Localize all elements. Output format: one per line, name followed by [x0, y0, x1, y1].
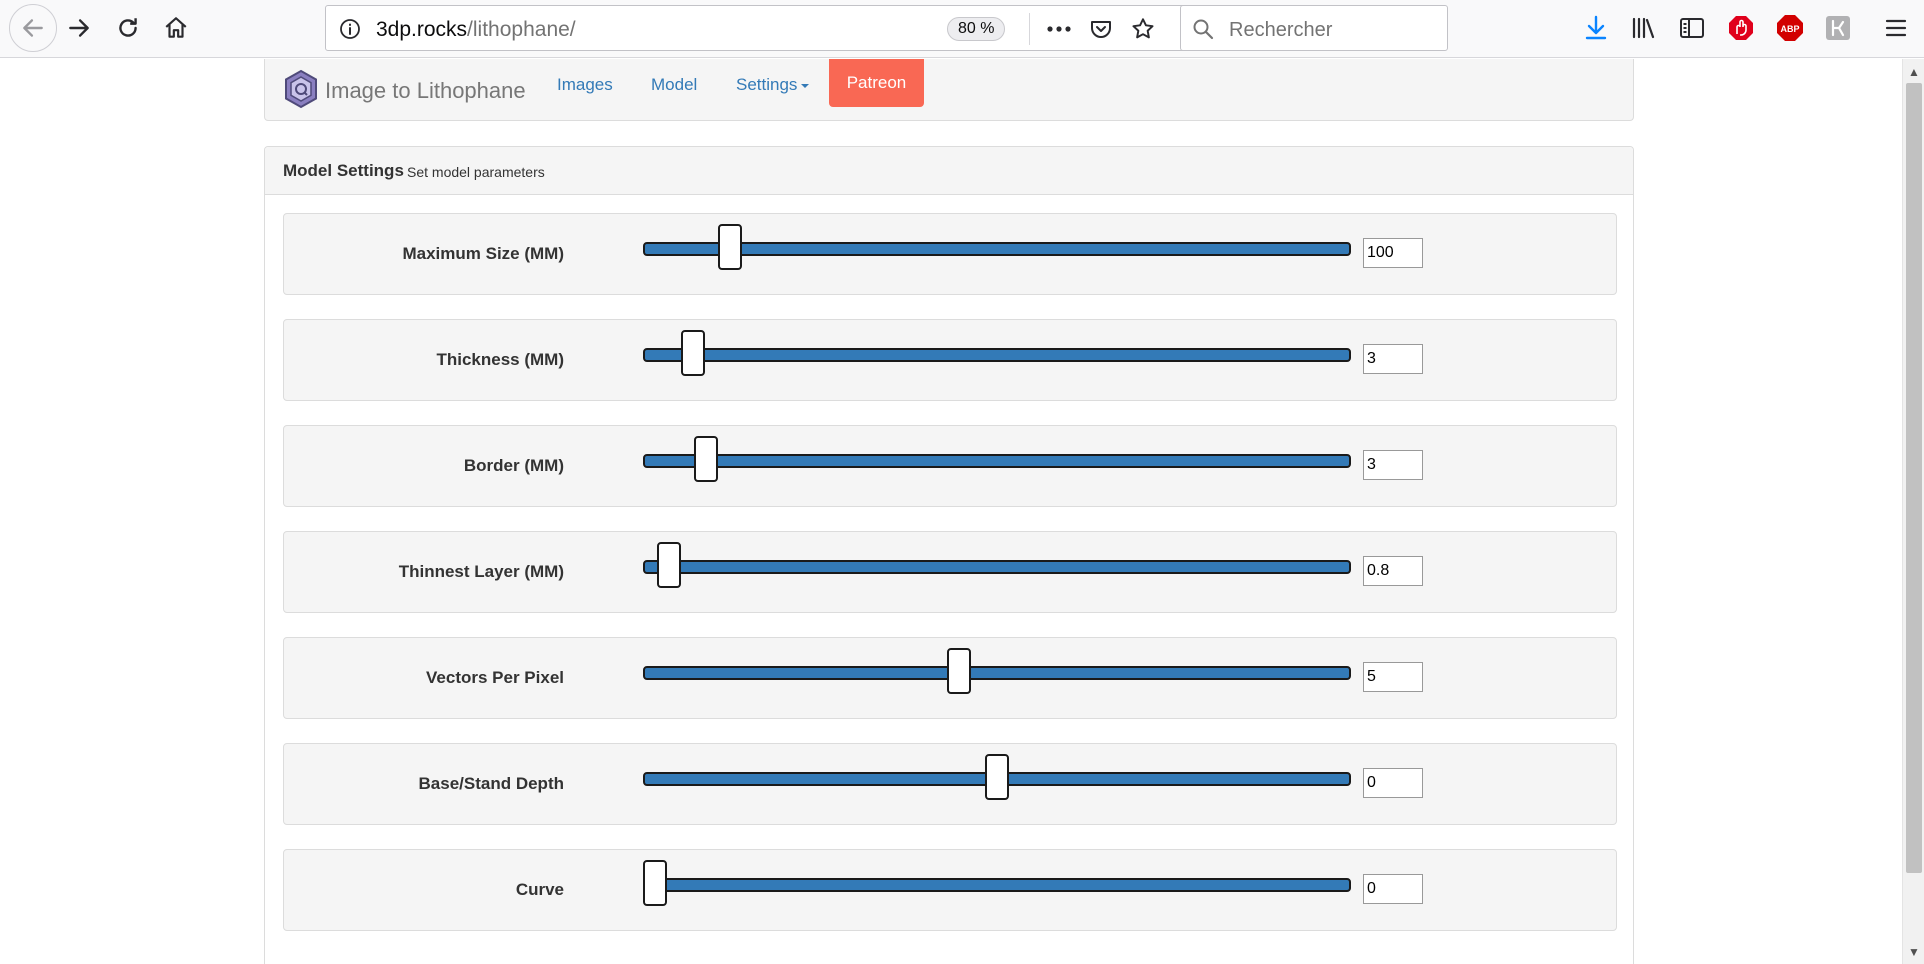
patreon-button[interactable]: Patreon: [829, 59, 924, 107]
home-icon: [165, 17, 187, 38]
hamburger-menu-icon[interactable]: [1882, 14, 1910, 42]
home-button[interactable]: [155, 7, 197, 49]
panel-subtitle: Set model parameters: [407, 164, 545, 180]
value-input[interactable]: [1363, 450, 1423, 480]
url-bar[interactable]: 3dp.rocks/lithophane/ 80 %: [325, 5, 1191, 51]
setting-row-base-stand-depth: Base/Stand Depth: [283, 743, 1617, 825]
slider-track[interactable]: [643, 242, 1351, 256]
adblock-plus-icon[interactable]: ABP: [1776, 14, 1804, 42]
setting-row-maximum-size: Maximum Size (MM): [283, 213, 1617, 295]
search-placeholder: Rechercher: [1229, 19, 1333, 41]
arrow-left-icon: [23, 19, 43, 37]
reload-icon: [119, 18, 137, 37]
back-button[interactable]: [9, 4, 57, 52]
page-actions-icon[interactable]: [1046, 17, 1072, 41]
svg-text:ABP: ABP: [1780, 24, 1799, 34]
slider-handle[interactable]: [694, 436, 719, 482]
slider-track[interactable]: [643, 454, 1351, 468]
forward-button[interactable]: [58, 7, 100, 49]
setting-label: Curve: [515, 880, 564, 899]
reload-button[interactable]: [107, 7, 149, 49]
setting-label: Vectors Per Pixel: [426, 668, 564, 687]
slider-handle[interactable]: [718, 224, 743, 270]
slider-handle[interactable]: [680, 330, 705, 376]
slider-handle[interactable]: [643, 860, 667, 906]
search-icon: [1191, 17, 1215, 46]
download-icon[interactable]: [1582, 14, 1610, 42]
brand-logo-icon[interactable]: [283, 69, 319, 109]
nav-dropdown-settings[interactable]: Settings: [736, 75, 810, 95]
library-icon[interactable]: [1630, 14, 1658, 42]
slider-track[interactable]: [643, 666, 1351, 680]
pocket-icon[interactable]: [1088, 17, 1114, 41]
setting-row-border: Border (MM): [283, 425, 1617, 507]
url-host: 3dp.rocks: [376, 18, 468, 41]
value-input[interactable]: [1363, 344, 1423, 374]
setting-label: Thickness (MM): [436, 350, 564, 369]
brand-title[interactable]: Image to Lithophane: [325, 78, 526, 104]
setting-row-curve: Curve: [283, 849, 1617, 931]
zoom-indicator[interactable]: 80 %: [947, 17, 1006, 41]
chevron-down-icon[interactable]: ▼: [1903, 941, 1924, 963]
nav-settings-label: Settings: [736, 75, 798, 94]
setting-row-vectors-per-pixel: Vectors Per Pixel: [283, 637, 1617, 719]
sidebar-icon[interactable]: [1678, 14, 1706, 42]
value-input[interactable]: [1363, 556, 1423, 586]
model-settings-panel: Model Settings Set model parameters Maxi…: [264, 146, 1634, 964]
value-input[interactable]: [1363, 238, 1423, 268]
nav-link-model[interactable]: Model: [651, 75, 697, 95]
chevron-up-icon[interactable]: ▲: [1903, 61, 1924, 83]
slider-handle[interactable]: [947, 648, 972, 694]
url-separator: [1029, 13, 1030, 45]
setting-row-thickness: Thickness (MM): [283, 319, 1617, 401]
caret-down-icon: [801, 83, 810, 88]
slider-track[interactable]: [643, 560, 1351, 574]
extension-icon[interactable]: [1824, 14, 1852, 42]
opera-stop-icon[interactable]: [1727, 14, 1755, 42]
panel-heading: Model Settings Set model parameters: [265, 147, 1633, 195]
nav-link-images[interactable]: Images: [557, 75, 613, 95]
value-input[interactable]: [1363, 874, 1423, 904]
value-input[interactable]: [1363, 662, 1423, 692]
slider-track[interactable]: [643, 878, 1351, 892]
url-text[interactable]: 3dp.rocks/lithophane/: [376, 18, 576, 42]
arrow-right-icon: [69, 19, 89, 37]
page-viewport: Image to Lithophane Images Model Setting…: [0, 59, 1902, 964]
site-info-icon[interactable]: [338, 17, 362, 46]
bookmark-star-icon[interactable]: [1130, 17, 1156, 41]
setting-label: Base/Stand Depth: [418, 774, 564, 793]
setting-label: Thinnest Layer (MM): [398, 562, 564, 581]
site-navbar: Image to Lithophane Images Model Setting…: [264, 59, 1634, 121]
page-scrollbar[interactable]: ▲ ▼: [1902, 59, 1924, 964]
setting-row-thinnest-layer: Thinnest Layer (MM): [283, 531, 1617, 613]
slider-track[interactable]: [643, 348, 1351, 362]
slider-handle[interactable]: [656, 542, 681, 588]
value-input[interactable]: [1363, 768, 1423, 798]
search-bar[interactable]: Rechercher: [1180, 5, 1448, 51]
url-path: /lithophane/: [467, 18, 576, 41]
setting-label: Maximum Size (MM): [402, 244, 564, 263]
setting-label: Border (MM): [463, 456, 564, 475]
scrollbar-thumb[interactable]: [1906, 83, 1922, 873]
panel-title: Model Settings: [283, 161, 404, 180]
browser-toolbar: 3dp.rocks/lithophane/ 80 % Rechercher AB…: [0, 0, 1924, 58]
slider-handle[interactable]: [985, 754, 1009, 800]
